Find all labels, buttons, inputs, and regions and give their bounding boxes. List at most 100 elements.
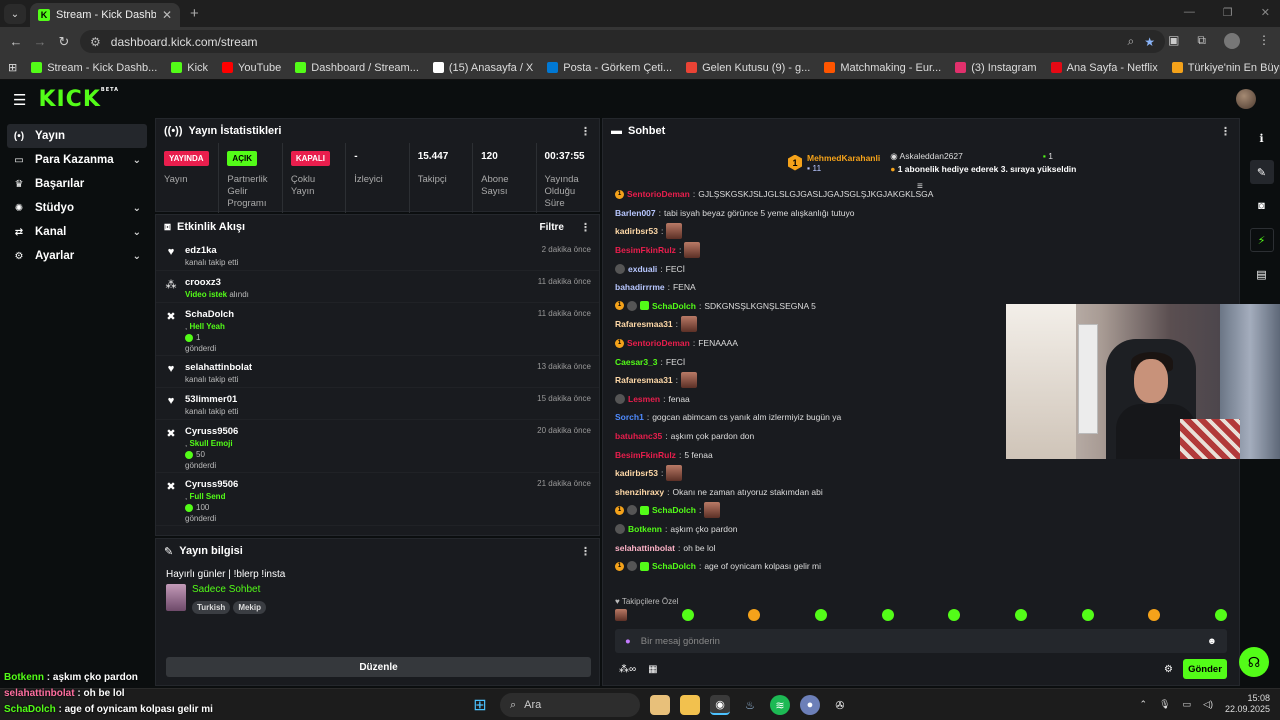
chat-username[interactable]: SchaDolch xyxy=(652,561,696,571)
apps-grid-icon[interactable]: ⊞ xyxy=(8,61,17,74)
back-icon[interactable]: ← xyxy=(4,34,28,49)
browser-tab[interactable]: K Stream - Kick Dashboard ✕ xyxy=(30,3,180,27)
chat-username[interactable]: Sorch1 xyxy=(615,412,644,422)
reload-icon[interactable]: ↻ xyxy=(52,34,76,50)
bookmark-item[interactable]: Kick xyxy=(171,62,208,74)
windows-start-icon[interactable]: ⊞ xyxy=(470,695,490,715)
steam-icon[interactable]: ♨ xyxy=(740,695,760,715)
support-chat-icon[interactable]: ☊ xyxy=(1239,647,1269,677)
tab-search-button[interactable]: ⌄ xyxy=(4,4,26,24)
kebab-menu-icon[interactable]: ⋮ xyxy=(580,221,591,234)
zoom-icon[interactable]: ⌕ xyxy=(1128,34,1135,49)
edit-stream-info-button[interactable]: Düzenle xyxy=(166,657,591,677)
chat-username[interactable]: Botkenn xyxy=(628,524,662,534)
bookmark-item[interactable]: Stream - Kick Dashb... xyxy=(31,62,157,74)
kick-logo[interactable]: KICKBETA xyxy=(38,87,119,112)
emote-icon[interactable] xyxy=(1214,609,1227,621)
emoji-icon[interactable]: ☻ xyxy=(1207,636,1217,647)
widget-icon[interactable] xyxy=(650,695,670,715)
activity-username[interactable]: selahattinbolat xyxy=(185,362,537,373)
send-message-button[interactable]: Gönder xyxy=(1183,659,1227,679)
volume-icon[interactable]: ◁) xyxy=(1203,699,1213,710)
clock[interactable]: 15:08 22.09.2025 xyxy=(1225,693,1270,715)
bookmark-item[interactable]: Gelen Kutusu (9) - g... xyxy=(686,62,810,74)
top-gifter[interactable]: 1 MehmedKarahanli ▪ 11 xyxy=(788,151,880,174)
close-tab-icon[interactable]: ✕ xyxy=(162,8,172,22)
menu-hamburger-icon[interactable]: ☰ xyxy=(13,91,26,109)
chat-username[interactable]: kadirbsr53 xyxy=(615,226,658,236)
file-explorer-icon[interactable] xyxy=(680,695,700,715)
kebab-menu-icon[interactable]: ⋮ xyxy=(580,125,591,138)
pencil-icon[interactable]: ✎ xyxy=(1249,160,1274,184)
sidebar-item-6[interactable]: ⚙ Ayarlar ⌄ xyxy=(7,244,147,268)
tray-chevron-icon[interactable]: ⌃ xyxy=(1140,699,1148,710)
sidebar-item-3[interactable]: ♛ Başarılar xyxy=(7,172,147,196)
emote-icon[interactable] xyxy=(1014,609,1027,621)
chevron-down-icon[interactable]: ⌄ xyxy=(133,155,141,166)
activity-username[interactable]: edz1ka xyxy=(185,245,542,256)
tag-chip[interactable]: Mekip xyxy=(233,601,266,614)
extension-icon[interactable]: ▣ xyxy=(1168,33,1179,49)
site-info-icon[interactable]: ⚙ xyxy=(90,35,101,49)
bookmark-item[interactable]: YouTube xyxy=(222,62,281,74)
chat-username[interactable]: Caesar3_3 xyxy=(615,357,658,367)
close-window-icon[interactable]: ✕ xyxy=(1261,6,1270,19)
chat-username[interactable]: exduali xyxy=(628,264,657,274)
emote-icon[interactable] xyxy=(948,609,961,621)
chat-username[interactable]: SentorioDeman xyxy=(627,338,690,348)
url-text[interactable]: dashboard.kick.com/stream xyxy=(111,35,1118,49)
maximize-icon[interactable]: ❐ xyxy=(1223,6,1233,19)
emote-icon[interactable] xyxy=(814,609,827,621)
microphone-icon[interactable]: ● xyxy=(625,636,631,647)
chat-username[interactable]: Barlen007 xyxy=(615,208,656,218)
activity-username[interactable]: 53limmer01 xyxy=(185,394,537,405)
category-name[interactable]: Sadece Sohbet xyxy=(192,584,269,595)
bookmark-item[interactable]: (15) Anasayfa / X xyxy=(432,62,533,74)
minimize-icon[interactable]: — xyxy=(1184,6,1195,19)
bookmark-star-icon[interactable]: ★ xyxy=(1144,35,1155,49)
tag-chip[interactable]: Turkish xyxy=(192,601,231,614)
activity-username[interactable]: SchaDolch xyxy=(185,309,538,320)
emote-icon[interactable] xyxy=(1081,609,1094,621)
emote-icon[interactable] xyxy=(681,609,694,621)
bookmark-item[interactable]: Matchmaking - Eur... xyxy=(824,62,941,74)
mod-tools-icon[interactable]: ⁂∞ xyxy=(619,664,636,675)
chat-username[interactable]: shenzihraxy xyxy=(615,487,664,497)
emote-icon[interactable] xyxy=(881,609,894,621)
chat-username[interactable]: selahattinbolat xyxy=(615,543,675,553)
notes-icon[interactable]: ▤ xyxy=(1250,262,1274,286)
activity-username[interactable]: crooxz3 xyxy=(185,277,538,288)
microphone-tray-icon[interactable]: 🎙 xyxy=(1159,699,1170,710)
info-icon[interactable]: ℹ xyxy=(1250,126,1274,150)
camera-icon[interactable]: ◙ xyxy=(1250,194,1274,218)
chat-username[interactable]: SentorioDeman xyxy=(627,189,690,199)
sidebar-item-4[interactable]: ✺ Stüdyo ⌄ xyxy=(7,196,147,220)
store-icon[interactable]: ▦ xyxy=(648,664,657,675)
bookmark-item[interactable]: Dashboard / Stream... xyxy=(295,62,419,74)
bookmark-item[interactable]: Posta - Görkem Çeti... xyxy=(547,62,672,74)
emote-icon[interactable] xyxy=(615,609,627,621)
activity-username[interactable]: Cyruss9506 xyxy=(185,426,537,437)
network-icon[interactable]: ▭ xyxy=(1183,699,1192,710)
kebab-menu-icon[interactable]: ⋮ xyxy=(1220,125,1231,138)
chat-username[interactable]: SchaDolch xyxy=(652,505,696,515)
bookmark-item[interactable]: Türkiye'nin En Büyü... xyxy=(1171,62,1280,74)
browser-menu-icon[interactable]: ⋮ xyxy=(1258,33,1270,49)
new-tab-button[interactable]: + xyxy=(190,5,199,22)
chat-settings-gear-icon[interactable]: ⚙ xyxy=(1164,664,1173,675)
filter-button[interactable]: Filtre xyxy=(540,222,564,233)
lightning-icon[interactable]: ⚡ xyxy=(1249,228,1274,252)
taskbar-search[interactable]: ⌕ Ara xyxy=(500,693,640,717)
emote-icon[interactable] xyxy=(748,609,761,621)
chrome-icon[interactable]: ◉ xyxy=(710,695,730,715)
address-bar[interactable]: ⚙ dashboard.kick.com/stream ⌕ ★ xyxy=(80,30,1165,53)
chat-username[interactable]: Rafaresmaa31 xyxy=(615,319,673,329)
chat-username[interactable]: Lesmen xyxy=(628,394,660,404)
chat-username[interactable]: Rafaresmaa31 xyxy=(615,375,673,385)
chevron-down-icon[interactable]: ⌄ xyxy=(133,227,141,238)
sidebar-item-2[interactable]: ▭ Para Kazanma ⌄ xyxy=(7,148,147,172)
user-avatar[interactable] xyxy=(1236,89,1256,109)
chat-username[interactable]: BesimFkinRulz xyxy=(615,245,676,255)
forward-icon[interactable]: → xyxy=(28,34,52,49)
chat-username[interactable]: SchaDolch xyxy=(652,301,696,311)
